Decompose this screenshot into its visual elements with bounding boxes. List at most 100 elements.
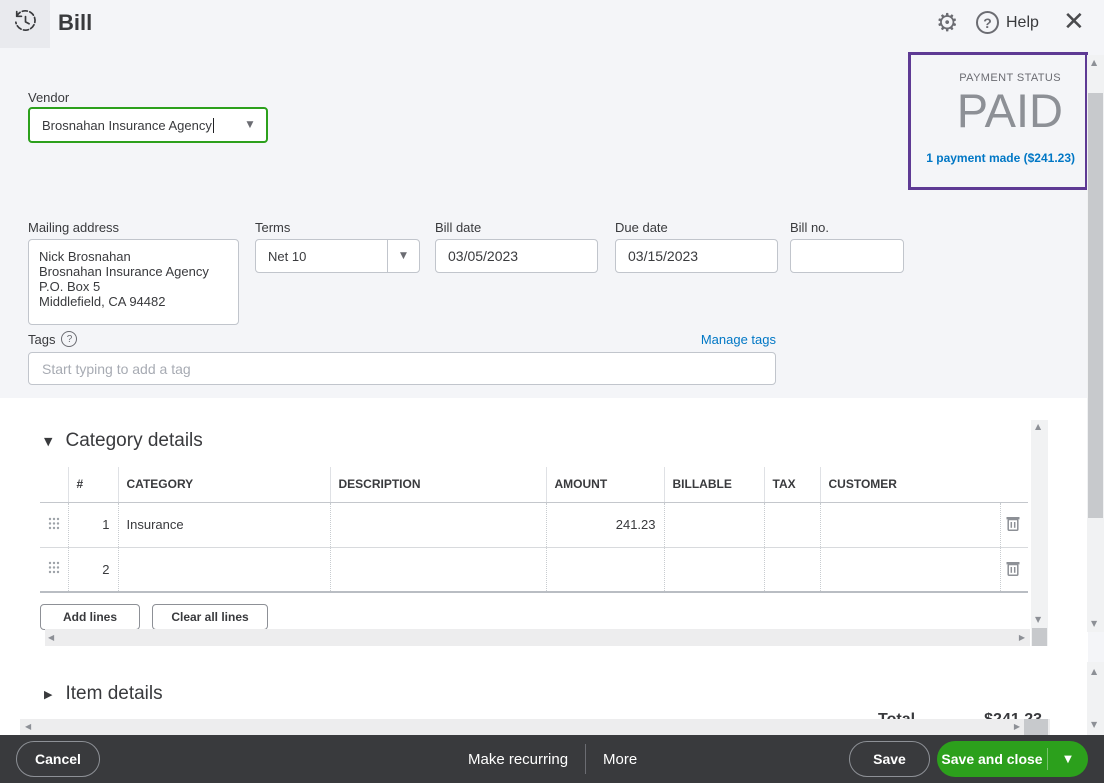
terms-dropdown-arrow[interactable]: ▼ — [387, 240, 419, 272]
settings-gear-icon[interactable]: ⚙ — [936, 8, 958, 37]
chevron-down-icon: ▼ — [400, 251, 407, 261]
cancel-button[interactable]: Cancel — [16, 741, 100, 777]
scroll-down-icon[interactable]: ▼ — [1035, 616, 1041, 624]
bill-window: Bill ⚙ ? Help ✕ PAYMENT STATUS PAID 1 pa… — [0, 0, 1104, 783]
manage-tags-link[interactable]: Manage tags — [701, 332, 776, 347]
due-date-label: Due date — [615, 220, 668, 235]
terms-value: Net 10 — [256, 240, 387, 272]
footer-divider — [585, 744, 586, 774]
tax-cell[interactable] — [764, 502, 820, 547]
customer-cell[interactable] — [820, 547, 1000, 592]
scrollbar-thumb[interactable] — [1024, 719, 1048, 735]
recent-transactions-button[interactable] — [0, 0, 50, 48]
tax-cell[interactable] — [764, 547, 820, 592]
mailing-address-input[interactable]: Nick Brosnahan Brosnahan Insurance Agenc… — [28, 239, 239, 325]
description-cell[interactable] — [330, 547, 546, 592]
bill-no-input[interactable] — [790, 239, 904, 273]
vendor-combobox[interactable]: Brosnahan Insurance Agency ▼ — [28, 107, 268, 143]
help-label: Help — [1006, 14, 1039, 32]
close-icon[interactable]: ✕ — [1063, 7, 1085, 37]
bill-no-label: Bill no. — [790, 220, 829, 235]
vendor-label: Vendor — [28, 90, 69, 105]
scroll-down-icon[interactable]: ▼ — [1091, 721, 1097, 729]
drag-handle-icon[interactable] — [40, 502, 68, 547]
payment-status-label: PAYMENT STATUS — [911, 72, 1061, 84]
col-header-customer: CUSTOMER — [820, 467, 1000, 502]
payment-status-value: PAID — [911, 86, 1063, 135]
table-horizontal-scrollbar[interactable]: ◀ ▶ — [45, 629, 1030, 646]
lower-vertical-scrollbar[interactable]: ▲ ▼ — [1087, 662, 1104, 735]
history-clock-icon — [12, 8, 39, 40]
help-button[interactable]: ? Help — [976, 11, 1039, 34]
col-header-tax: TAX — [764, 467, 820, 502]
terms-label: Terms — [255, 220, 290, 235]
scroll-right-icon[interactable]: ▶ — [1019, 634, 1025, 642]
tags-help-icon[interactable]: ? — [61, 331, 77, 347]
customer-cell[interactable] — [820, 502, 1000, 547]
category-cell[interactable]: Insurance — [118, 502, 330, 547]
footer-bar: Cancel Make recurring More Save Save and… — [0, 735, 1104, 783]
tags-label: Tags — [28, 332, 55, 347]
amount-cell[interactable] — [546, 547, 664, 592]
category-details-title: Category details — [65, 430, 202, 452]
save-and-close-label: Save and close — [937, 751, 1047, 767]
mailing-address-label: Mailing address — [28, 220, 119, 235]
delete-line-trash-icon[interactable] — [1005, 559, 1021, 580]
delete-line-trash-icon[interactable] — [1005, 514, 1021, 535]
save-button[interactable]: Save — [849, 741, 930, 777]
category-cell[interactable] — [118, 547, 330, 592]
col-header-description: DESCRIPTION — [330, 467, 546, 502]
payment-status-card: PAYMENT STATUS PAID 1 payment made ($241… — [908, 52, 1088, 190]
billable-cell[interactable] — [664, 502, 764, 547]
form-horizontal-scrollbar[interactable]: ◀ ▶ — [20, 719, 1050, 735]
vendor-value: Brosnahan Insurance Agency — [42, 118, 212, 133]
triangle-right-icon: ▶ — [44, 688, 52, 701]
col-header-category: CATEGORY — [118, 467, 330, 502]
scrollbar-thumb[interactable] — [1032, 628, 1047, 646]
table-header-row: # CATEGORY DESCRIPTION AMOUNT BILLABLE T… — [40, 467, 1028, 502]
text-cursor — [213, 118, 214, 133]
bill-date-label: Bill date — [435, 220, 481, 235]
vendor-dropdown-arrow[interactable]: ▼ — [234, 109, 266, 141]
billable-cell[interactable] — [664, 547, 764, 592]
table-vertical-scrollbar[interactable]: ▲ ▼ — [1031, 420, 1048, 646]
table-row: 2 — [40, 547, 1028, 592]
scroll-up-icon[interactable]: ▲ — [1091, 59, 1097, 67]
col-header-billable: BILLABLE — [664, 467, 764, 502]
row-number: 2 — [68, 547, 118, 592]
page-title: Bill — [58, 10, 92, 36]
payment-made-link[interactable]: 1 payment made ($241.23) — [911, 151, 1075, 165]
item-details-toggle[interactable]: ▶ Item details — [44, 683, 163, 705]
amount-cell[interactable]: 241.23 — [546, 502, 664, 547]
scroll-left-icon[interactable]: ◀ — [48, 634, 54, 642]
scroll-left-icon[interactable]: ◀ — [25, 723, 31, 731]
add-lines-button[interactable]: Add lines — [40, 604, 140, 630]
scroll-right-icon[interactable]: ▶ — [1014, 723, 1020, 731]
drag-handle-icon[interactable] — [40, 547, 68, 592]
chevron-down-icon: ▼ — [247, 120, 254, 130]
row-number: 1 — [68, 502, 118, 547]
bill-date-input[interactable]: 03/05/2023 — [435, 239, 598, 273]
item-details-title: Item details — [65, 683, 162, 705]
chevron-down-icon[interactable]: ▼ — [1048, 754, 1088, 765]
terms-select[interactable]: Net 10 ▼ — [255, 239, 420, 273]
save-and-close-button[interactable]: Save and close ▼ — [937, 741, 1088, 777]
help-question-icon: ? — [976, 11, 999, 34]
scroll-up-icon[interactable]: ▲ — [1035, 423, 1041, 431]
tags-input[interactable]: Start typing to add a tag — [28, 352, 776, 385]
scroll-down-icon[interactable]: ▼ — [1091, 620, 1097, 628]
col-header-amount: AMOUNT — [546, 467, 664, 502]
clear-all-lines-button[interactable]: Clear all lines — [152, 604, 268, 630]
page-vertical-scrollbar[interactable]: ▲ ▼ — [1087, 55, 1104, 632]
scroll-up-icon[interactable]: ▲ — [1091, 668, 1097, 676]
category-details-toggle[interactable]: ▼ Category details — [44, 430, 203, 452]
triangle-down-icon: ▼ — [44, 435, 52, 448]
description-cell[interactable] — [330, 502, 546, 547]
due-date-input[interactable]: 03/15/2023 — [615, 239, 778, 273]
col-header-num: # — [68, 467, 118, 502]
category-details-table: # CATEGORY DESCRIPTION AMOUNT BILLABLE T… — [40, 467, 1028, 593]
scrollbar-thumb[interactable] — [1088, 93, 1103, 518]
table-row: 1 Insurance 241.23 — [40, 502, 1028, 547]
make-recurring-button[interactable]: Make recurring — [468, 751, 568, 768]
more-button[interactable]: More — [603, 751, 637, 768]
